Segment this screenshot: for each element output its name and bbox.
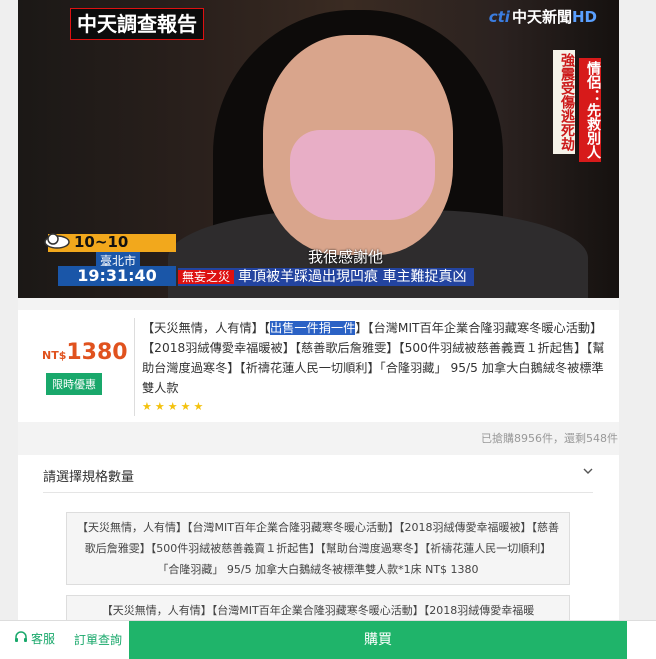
headset-icon (15, 631, 27, 642)
weather-temperature: 10~10 (74, 233, 129, 251)
selected-text[interactable]: 出售一件捐一件 (269, 321, 356, 335)
ticker-tag: 無妄之災 (178, 270, 235, 284)
face-mask (290, 130, 435, 220)
broadcast-time: 19:31:40 (58, 266, 176, 286)
divider (43, 492, 593, 493)
cloud-icon (44, 233, 70, 249)
news-ticker: 無妄之災 車頂被羊踩過出現凹痕 車主難捉真凶 (178, 268, 475, 286)
promo-badge: 限時優惠 (46, 373, 102, 395)
sold-count: 已搶購8956件，還剩548件 (481, 432, 618, 445)
headline-vertical-2: 情侶：先救別人 (579, 58, 601, 162)
product-price: NT$1380 (42, 340, 128, 365)
divider (134, 318, 135, 416)
price-column: NT$1380 限時優惠 (18, 310, 134, 422)
headline-vertical-1: 強震受傷逃死劫 (553, 50, 575, 154)
bottom-action-bar: 客服 訂單查詢 購買 (0, 620, 656, 659)
customer-service-button[interactable]: 客服 (14, 630, 55, 647)
rating-stars: ★★★★★ (142, 400, 207, 413)
spec-option[interactable]: 【天災無情，人有情】【台灣MIT百年企業合隆羽藏寒冬暖心活動】【2018羽絨傳愛… (66, 512, 570, 585)
ticker-text: 車頂被羊踩過出現凹痕 車主難捉真凶 (238, 269, 467, 285)
video-subtitle: 我很感謝他 (308, 248, 384, 266)
product-title: 【天災無情，人有情】【出售一件捐一件】【台灣MIT百年企業合隆羽藏寒冬暖心活動】… (142, 321, 605, 395)
buy-button[interactable]: 購買 (129, 621, 627, 659)
chevron-down-icon[interactable] (583, 466, 593, 476)
news-video[interactable]: 中天調查報告 cti 中天新聞HD 強震受傷逃死劫 情侶：先救別人 我很感謝他 1… (18, 0, 619, 298)
channel-program-logo: 中天調查報告 (70, 8, 204, 40)
channel-logo: cti 中天新聞HD (488, 8, 597, 26)
weather-box: 10~10 臺北市 19:31:40 (44, 233, 176, 286)
spec-title[interactable]: 請選擇規格數量 (43, 466, 134, 485)
product-info-card: NT$1380 限時優惠 【天災無情，人有情】【出售一件捐一件】【台灣MIT百年… (18, 310, 619, 422)
order-query-button[interactable]: 訂單查詢 (74, 631, 122, 648)
